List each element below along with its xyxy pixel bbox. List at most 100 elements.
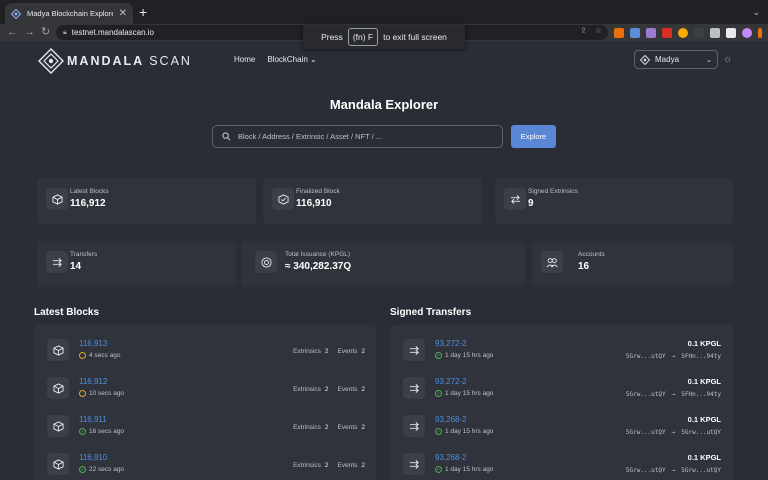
success-check-icon: ✓ [435, 352, 442, 359]
extension-circle-icon[interactable] [678, 28, 688, 38]
events-label: Events [337, 348, 358, 355]
browser-menu-icon[interactable] [758, 28, 762, 38]
block-number-link[interactable]: 116,912 [79, 377, 107, 386]
block-number-link[interactable]: 116,910 [79, 453, 107, 462]
transfer-row[interactable]: 93,272-2 ✓ 1 day 15 hrs ago 0.1 KPGL 5Grw… [390, 368, 733, 406]
pending-clock-icon [79, 352, 86, 359]
events-label: Events [337, 424, 358, 431]
transfer-amount: 0.1 KPGL [687, 339, 721, 348]
back-icon[interactable]: ← [7, 25, 18, 39]
stat-accounts: Accounts 16 [532, 241, 733, 287]
block-age: 10 secs ago [79, 390, 124, 397]
block-row[interactable]: 116,913 4 secs ago Extrinsics 2 Events 2 [34, 330, 376, 368]
extrinsics-label: Extrinsics [293, 462, 321, 469]
extrinsics-value: 2 [324, 348, 329, 355]
transfer-age-text: 1 day 15 hrs ago [445, 390, 494, 397]
to-address-link[interactable]: 5FHn...94ty [681, 391, 721, 398]
extension-fox-icon[interactable] [614, 28, 624, 38]
search-icon [222, 132, 231, 141]
extrinsics-value: 2 [324, 462, 329, 469]
page-title: Mandala Explorer [329, 97, 439, 112]
signed-transfers-title: Signed Transfers [390, 307, 472, 318]
transfer-row[interactable]: 93,268-2 ✓ 1 day 15 hrs ago 0.1 KPGL 5Grw… [390, 406, 733, 444]
extrinsics-label: Extrinsics [293, 348, 321, 355]
coin-icon [255, 251, 277, 273]
theme-toggle-sun-icon[interactable]: ☼ [723, 54, 732, 65]
network-logo-icon [640, 54, 650, 65]
site-logo[interactable]: MANDALA SCAN [38, 48, 192, 74]
block-age: ✓ 16 secs ago [79, 428, 124, 435]
from-address-link[interactable]: 5Grw...utQY [626, 467, 666, 474]
extrinsics-count: Extrinsics 2 [293, 348, 328, 355]
extrinsics-value: 2 [324, 386, 329, 393]
mandala-favicon-icon [11, 8, 21, 19]
extrinsics-value: 2 [324, 424, 329, 431]
from-address-link[interactable]: 5Grw...utQY [626, 353, 666, 360]
signed-transfers-panel: 93,272-2 ✓ 1 day 15 hrs ago 0.1 KPGL 5Grw… [390, 325, 733, 480]
transfer-age-text: 1 day 15 hrs ago [445, 352, 494, 359]
bookmark-star-icon[interactable]: ☆ [595, 26, 602, 35]
search-input[interactable]: Block / Address / Extrinsic / Asset / NF… [212, 125, 503, 148]
forward-icon[interactable]: → [24, 25, 35, 39]
block-row[interactable]: 116,912 10 secs ago Extrinsics 2 Events 2 [34, 368, 376, 406]
browser-tab[interactable]: Madya Blockchain Explorer ✕ [5, 3, 133, 24]
transfer-age: ✓ 1 day 15 hrs ago [435, 390, 493, 397]
transfer-row[interactable]: 93,268-2 ✓ 1 day 15 hrs ago 0.1 KPGL 5Grw… [390, 444, 733, 480]
transfer-id-link[interactable]: 93,268-2 [435, 453, 467, 462]
extrinsics-label: Extrinsics [293, 424, 321, 431]
block-number-link[interactable]: 116,911 [79, 415, 107, 424]
latest-blocks-title: Latest Blocks [34, 307, 100, 318]
transfer-id-link[interactable]: 93,272-2 [435, 339, 467, 348]
extension-shield-icon[interactable] [646, 28, 656, 38]
block-age: 4 secs ago [79, 352, 120, 359]
share-icon[interactable]: ⇪ [580, 26, 587, 35]
extension-gear-icon[interactable] [630, 28, 640, 38]
block-age: ✓ 22 secs ago [79, 466, 124, 473]
transfer-arrows-icon [403, 339, 425, 361]
tab-close-icon[interactable]: ✕ [119, 8, 127, 19]
swap-icon [504, 188, 526, 210]
finalized-check-icon: ✓ [79, 466, 86, 473]
block-age-text: 4 secs ago [89, 352, 121, 359]
transfer-addresses: 5Grw...utQY → 5Grw...utQY [626, 429, 721, 436]
to-address-link[interactable]: 5Grw...utQY [681, 429, 721, 436]
from-address-link[interactable]: 5Grw...utQY [626, 391, 666, 398]
profile-avatar-icon[interactable] [742, 28, 752, 38]
explore-button[interactable]: Explore [511, 125, 556, 148]
from-address-link[interactable]: 5Grw...utQY [626, 429, 666, 436]
fullscreen-toast: Press (fn) F to exit full screen [303, 25, 465, 49]
arrow-right-icon: → [671, 391, 676, 398]
stat-label: Transfers [70, 251, 98, 258]
transfer-age-text: 1 day 15 hrs ago [445, 428, 494, 435]
new-tab-button[interactable]: + [139, 5, 147, 19]
transfer-id-link[interactable]: 93,268-2 [435, 415, 467, 424]
block-row[interactable]: 116,910 ✓ 22 secs ago Extrinsics 2 Events 2 [34, 444, 376, 480]
nav-home[interactable]: Home [234, 55, 255, 64]
reload-icon[interactable]: ↻ [41, 25, 50, 39]
stat-label: Accounts [578, 251, 605, 258]
extrinsics-count: Extrinsics 2 [293, 424, 328, 431]
to-address-link[interactable]: 5FHn...94ty [681, 353, 721, 360]
extension-c-icon[interactable] [662, 28, 672, 38]
transfer-arrows-icon [46, 251, 68, 273]
stat-signed-extrinsics: Signed Extrinsics 9 [495, 178, 733, 224]
extensions-puzzle-icon[interactable] [710, 28, 720, 38]
stat-total-issuance: Total Issuance (KPGL) ≈ 340,282.37Q [241, 241, 525, 287]
extension-shield2-icon[interactable] [694, 28, 704, 38]
events-label: Events [337, 462, 358, 469]
to-address-link[interactable]: 5Grw...utQY [681, 467, 721, 474]
block-row[interactable]: 116,911 ✓ 16 secs ago Extrinsics 2 Events 2 [34, 406, 376, 444]
page-content: MANDALA SCAN Home BlockChain ⌄ Madya ⌄ ☼… [0, 41, 768, 480]
network-selector[interactable]: Madya ⌄ [634, 50, 718, 69]
transfer-row[interactable]: 93,272-2 ✓ 1 day 15 hrs ago 0.1 KPGL 5Grw… [390, 330, 733, 368]
sidepanel-icon[interactable] [726, 28, 736, 38]
cube-icon [47, 415, 69, 437]
extrinsics-label: Extrinsics [293, 386, 321, 393]
transfer-age: ✓ 1 day 15 hrs ago [435, 428, 493, 435]
toast-press-text: Press [321, 32, 343, 42]
tab-search-icon[interactable]: ⌄ [752, 7, 760, 18]
nav-blockchain[interactable]: BlockChain ⌄ [267, 55, 316, 64]
transfer-id-link[interactable]: 93,272-2 [435, 377, 467, 386]
block-number-link[interactable]: 116,913 [79, 339, 107, 348]
pending-clock-icon [79, 390, 86, 397]
